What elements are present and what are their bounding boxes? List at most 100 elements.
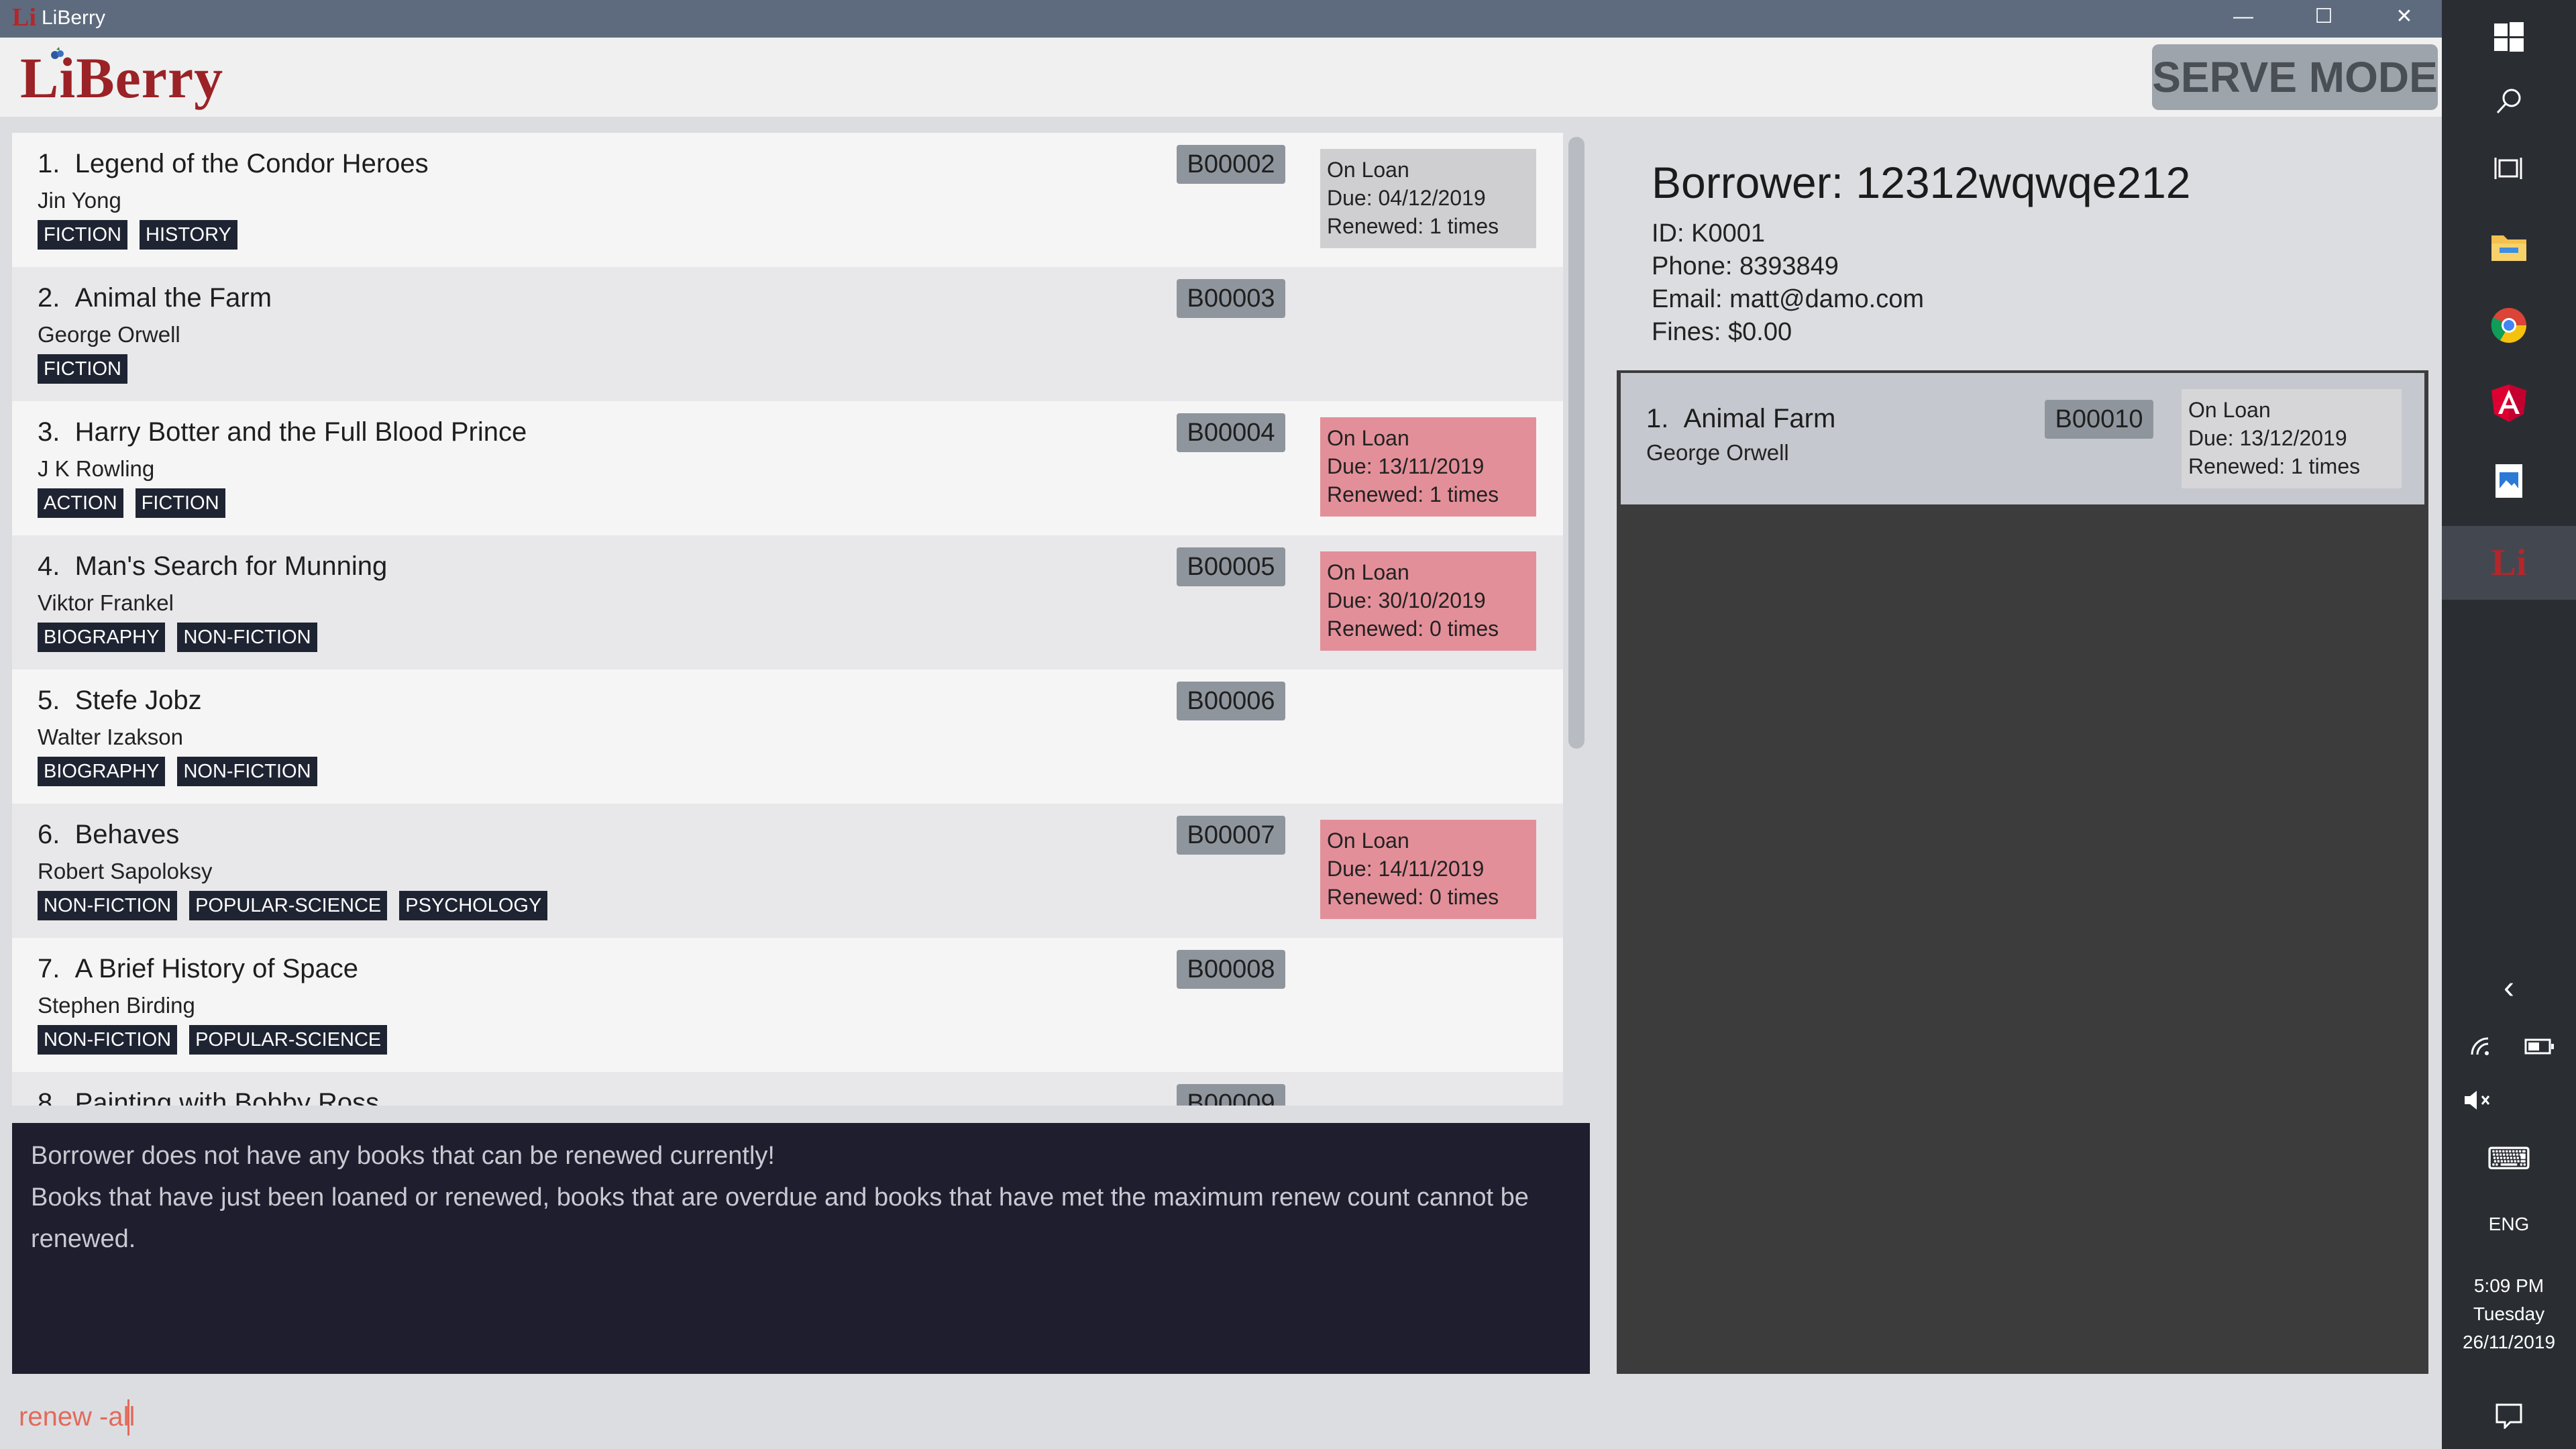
loan-due-date: Due: 14/11/2019 — [1327, 857, 1485, 881]
book-row[interactable]: 1. Legend of the Condor Heroes Jin Yong … — [12, 133, 1563, 267]
tray-status-icons — [2442, 1012, 2576, 1079]
genre-tag: NON-FICTION — [38, 891, 178, 920]
book-title: 4. Man's Search for Munning — [38, 551, 388, 581]
book-author: Walter Izakson — [38, 724, 184, 749]
book-author: Stephen Birding — [38, 993, 195, 1018]
book-author: J K Rowling — [38, 456, 155, 481]
genre-tag: NON-FICTION — [177, 623, 317, 652]
clock-time[interactable]: 5:09 PM — [2442, 1272, 2576, 1300]
genre-tag: POPULAR-SCIENCE — [189, 1025, 388, 1055]
text-caret — [127, 1399, 129, 1436]
loan-status: On Loan — [1327, 828, 1409, 853]
genre-tag: BIOGRAPHY — [38, 757, 166, 786]
book-row[interactable]: 5. Stefe Jobz Walter Izakson BIOGRAPHY N… — [12, 669, 1563, 804]
photos-icon[interactable] — [2442, 444, 2576, 518]
mode-indicator: SERVE MODE — [2152, 44, 2438, 110]
book-author: George Orwell — [38, 322, 180, 347]
book-list-scrollbar[interactable] — [1568, 137, 1585, 749]
windows-icon[interactable] — [2442, 0, 2576, 74]
genre-tag: POPULAR-SCIENCE — [189, 891, 388, 920]
windows-taskbar: Li ‹ ⌨ ENG 5:09 PM Tuesday 26/11/2019 — [2442, 0, 2576, 1449]
clock-date[interactable]: 26/11/2019 — [2442, 1328, 2576, 1356]
window-titlebar: Li LiBerry — ☐ ✕ — [0, 0, 2442, 38]
loan-status-box-overdue: On Loan Due: 30/10/2019 Renewed: 0 times — [1320, 551, 1536, 651]
book-author: George Orwell — [1646, 440, 1789, 465]
book-id-badge: B00008 — [1177, 950, 1285, 989]
task-view-icon[interactable] — [2442, 131, 2576, 205]
loan-status: On Loan — [2188, 398, 2271, 422]
volume-muted-icon[interactable] — [2442, 1073, 2576, 1127]
genre-tag: PSYCHOLOGY — [399, 891, 548, 920]
book-title: 5. Stefe Jobz — [38, 686, 202, 715]
book-id-badge: B00010 — [2045, 400, 2153, 439]
book-id-badge: B00004 — [1177, 413, 1285, 452]
genre-tag: ACTION — [38, 488, 123, 518]
loan-renew-count: Renewed: 1 times — [1327, 214, 1499, 238]
minimize-button[interactable]: — — [2203, 0, 2284, 38]
book-row[interactable]: 3. Harry Botter and the Full Blood Princ… — [12, 401, 1563, 535]
notification-center-icon[interactable] — [2442, 1382, 2576, 1449]
genre-tags: ACTION FICTION — [38, 488, 225, 518]
genre-tag: FICTION — [38, 220, 127, 250]
loan-renew-count: Renewed: 0 times — [1327, 616, 1499, 641]
loan-due-date: Due: 13/11/2019 — [1327, 454, 1485, 478]
touch-keyboard-icon[interactable]: ⌨ — [2442, 1143, 2576, 1174]
loan-renew-count: Renewed: 1 times — [2188, 454, 2361, 478]
loan-due-date: Due: 13/12/2019 — [2188, 426, 2347, 450]
book-id-badge: B00009 — [1177, 1084, 1285, 1106]
book-row[interactable]: 7. A Brief History of Space Stephen Bird… — [12, 938, 1563, 1072]
app-logo-icon: Li — [12, 3, 36, 32]
book-row[interactable]: 6. Behaves Robert Sapoloksy NON-FICTION … — [12, 804, 1563, 938]
book-title: 3. Harry Botter and the Full Blood Princ… — [38, 417, 527, 447]
genre-tags: BIOGRAPHY NON-FICTION — [38, 757, 317, 786]
maximize-button[interactable]: ☐ — [2284, 0, 2364, 38]
borrower-email: Email: matt@damo.com — [1652, 285, 1925, 313]
book-id-badge: B00006 — [1177, 682, 1285, 720]
loan-renew-count: Renewed: 1 times — [1327, 482, 1499, 506]
genre-tag: FICTION — [135, 488, 225, 518]
loan-due-date: Due: 04/12/2019 — [1327, 186, 1486, 210]
book-row[interactable]: 8. Painting with Bobby Ross B00009 — [12, 1072, 1563, 1106]
chrome-icon[interactable] — [2442, 288, 2576, 362]
app-header: LiBerry SERVE MODE — [0, 38, 2442, 117]
command-input[interactable]: renew -all — [19, 1402, 135, 1432]
book-author: Jin Yong — [38, 188, 121, 213]
book-title: 1. Legend of the Condor Heroes — [38, 149, 429, 178]
clock-day[interactable]: Tuesday — [2442, 1300, 2576, 1328]
book-row[interactable]: 2. Animal the Farm George Orwell FICTION… — [12, 267, 1563, 401]
command-box[interactable]: renew -all — [0, 1383, 2442, 1449]
genre-tags: FICTION — [38, 354, 127, 384]
tray-expand-icon[interactable]: ‹ — [2442, 972, 2576, 1004]
loan-status: On Loan — [1327, 560, 1409, 584]
result-display: Borrower does not have any books that ca… — [12, 1123, 1590, 1374]
book-title: 8. Painting with Bobby Ross — [38, 1088, 380, 1106]
genre-tag: NON-FICTION — [177, 757, 317, 786]
search-icon[interactable] — [2442, 64, 2576, 138]
loan-status: On Loan — [1327, 158, 1409, 182]
book-id-badge: B00007 — [1177, 816, 1285, 855]
borrower-info: ID: K0001 Phone: 8393849 Email: matt@dam… — [1652, 217, 1924, 349]
close-button[interactable]: ✕ — [2364, 0, 2445, 38]
loan-status-box: On Loan Due: 04/12/2019 Renewed: 1 times — [1320, 149, 1536, 248]
liberry-app-icon[interactable]: Li — [2442, 526, 2576, 600]
borrower-title: Borrower: 12312wqwqe212 — [1652, 158, 2191, 207]
file-explorer-icon[interactable] — [2442, 209, 2576, 283]
wifi-battery-icon — [2471, 1037, 2554, 1055]
book-list[interactable]: 1. Legend of the Condor Heroes Jin Yong … — [12, 133, 1563, 1106]
genre-tags: NON-FICTION POPULAR-SCIENCE PSYCHOLOGY — [38, 891, 548, 920]
genre-tags: BIOGRAPHY NON-FICTION — [38, 623, 317, 652]
borrower-loan-list[interactable] — [1617, 370, 2428, 1374]
book-title: 7. A Brief History of Space — [38, 954, 358, 983]
borrower-fines: Fines: $0.00 — [1652, 318, 1792, 346]
berry-icon — [51, 47, 64, 59]
language-indicator[interactable]: ENG — [2442, 1210, 2576, 1238]
book-id-badge: B00002 — [1177, 145, 1285, 184]
book-id-badge: B00003 — [1177, 279, 1285, 318]
borrower-phone: Phone: 8393849 — [1652, 252, 1839, 280]
book-row[interactable]: 4. Man's Search for Munning Viktor Frank… — [12, 535, 1563, 669]
loaned-book-row[interactable]: 1. Animal Farm George Orwell B00010 On L… — [1621, 373, 2424, 504]
book-title: 1. Animal Farm — [1646, 404, 1836, 433]
loan-due-date: Due: 30/10/2019 — [1327, 588, 1486, 612]
angular-icon[interactable] — [2442, 366, 2576, 440]
book-author: Viktor Frankel — [38, 590, 174, 615]
